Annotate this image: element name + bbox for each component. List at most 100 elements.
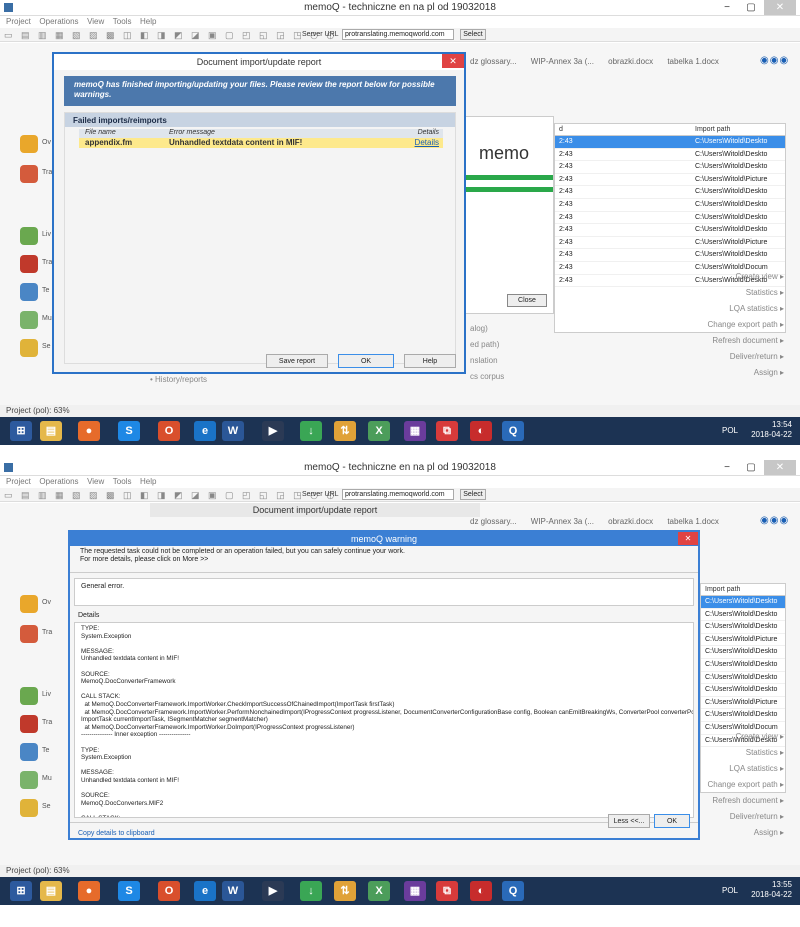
col-date-header[interactable]: d [559,126,563,133]
close-window-button[interactable]: ✕ [764,0,796,15]
skype-icon[interactable]: S [118,881,140,901]
details-textbox[interactable]: TYPE: System.Exception MESSAGE: Unhandle… [74,622,694,818]
edge-icon[interactable]: e [194,881,216,901]
explorer-icon[interactable]: ▤ [40,421,62,441]
menu-project[interactable]: Project [6,17,31,26]
language-indicator[interactable]: POL [722,886,738,895]
statistics-link[interactable]: Statistics ▸ [707,285,784,301]
table-row[interactable]: 2:43 C:\Users\Witold\Deskto [555,199,785,212]
pdf-icon[interactable]: ⧉ [436,881,458,901]
clock[interactable]: 13:54 2018-04-22 [751,420,792,440]
server-select-button[interactable]: Select [460,29,486,40]
refresh-document-link[interactable]: Refresh document ▸ [707,793,784,809]
table-row[interactable]: C:\Users\Witold\Deskto [701,709,785,722]
less-button[interactable]: Less <<... [608,814,650,828]
statistics-link[interactable]: Statistics ▸ [707,745,784,761]
table-row[interactable]: C:\Users\Witold\Deskto [701,672,785,685]
menu-operations[interactable]: Operations [39,17,78,26]
tab-tabelka[interactable]: tabelka 1.docx [667,57,719,66]
livedocs-icon[interactable] [20,227,38,245]
clock[interactable]: 13:55 2018-04-22 [751,880,792,900]
server-url-input[interactable]: protranslating.memoqworld.com [342,29,454,40]
table-row[interactable]: C:\Users\Witold\Deskto [701,646,785,659]
splash-close-button[interactable]: Close [507,294,547,307]
mid-link[interactable]: alog) [470,321,504,337]
table-row[interactable]: 2:43 C:\Users\Witold\Deskto [555,249,785,262]
table-row[interactable]: 2:43 C:\Users\Witold\Deskto [555,186,785,199]
excel-icon[interactable]: X [368,421,390,441]
livedocs-icon[interactable] [20,687,38,705]
change-export-path-link[interactable]: Change export path ▸ [707,317,784,333]
tm-icon[interactable] [20,715,38,733]
tab-nav-icons[interactable]: ◉◉◉ [760,55,789,66]
mid-link[interactable]: nslation [470,353,504,369]
table-row[interactable]: 2:43 C:\Users\Witold\Deskto [555,161,785,174]
tab-obrazki[interactable]: obrazki.docx [608,57,653,66]
copy-details-link[interactable]: Copy details to clipboard [78,830,155,837]
tab-tabelka[interactable]: tabelka 1.docx [667,517,719,526]
tm-icon[interactable] [20,255,38,273]
lqa-statistics-link[interactable]: LQA statistics ▸ [707,301,784,317]
col-import-path-header[interactable]: Import path [695,126,730,133]
edge-icon[interactable]: e [194,421,216,441]
lqa-statistics-link[interactable]: LQA statistics ▸ [707,761,784,777]
menu-help[interactable]: Help [140,17,156,26]
table-row[interactable]: 2:43 C:\Users\Witold\Picture [555,237,785,250]
opera-icon[interactable]: O [158,421,180,441]
menu-operations[interactable]: Operations [39,477,78,486]
table-row[interactable]: 2:43 C:\Users\Witold\Deskto [555,212,785,225]
language-indicator[interactable]: POL [722,426,738,435]
server-select-button[interactable]: Select [460,489,486,500]
help-button[interactable]: Help [404,354,456,368]
excel-icon[interactable]: X [368,881,390,901]
menu-view[interactable]: View [87,17,104,26]
mid-link[interactable]: cs corpus [470,369,504,385]
warning-close-button[interactable]: ✕ [678,532,698,545]
word-icon[interactable]: W [222,881,244,901]
skype-icon[interactable]: S [118,421,140,441]
red-app-icon[interactable]: ◐ [470,421,492,441]
pdf-icon[interactable]: ⧉ [436,421,458,441]
table-row[interactable]: C:\Users\Witold\Deskto [701,659,785,672]
details-link[interactable]: Details [415,138,439,147]
minimize-button[interactable]: − [716,460,738,475]
settings-icon[interactable] [20,799,38,817]
assign-link[interactable]: Assign ▸ [707,825,784,841]
media-icon[interactable]: ▦ [404,421,426,441]
translations-icon[interactable] [20,625,38,643]
create-view-link[interactable]: Create view ▸ [707,729,784,745]
col-import-path-header[interactable]: Import path [705,586,740,593]
table-row[interactable]: C:\Users\Witold\Deskto [701,609,785,622]
menu-help[interactable]: Help [140,477,156,486]
settings-icon[interactable] [20,339,38,357]
table-row[interactable]: 2:43 C:\Users\Witold\Deskto [555,224,785,237]
menu-view[interactable]: View [87,477,104,486]
translations-icon[interactable] [20,165,38,183]
start-icon[interactable]: ⊞ [10,421,32,441]
change-export-path-link[interactable]: Change export path ▸ [707,777,784,793]
ftp-icon[interactable]: ⇅ [334,421,356,441]
memoq-taskbar-icon[interactable]: Q [502,881,524,901]
table-row[interactable]: C:\Users\Witold\Deskto [701,596,785,609]
tab-glossary[interactable]: dz glossary... [470,57,517,66]
history-reports-link[interactable]: • History/reports [150,375,207,384]
maximize-button[interactable]: ▢ [740,0,762,15]
tab-nav-icons[interactable]: ◉◉◉ [760,515,789,526]
deliver-return-link[interactable]: Deliver/return ▸ [707,809,784,825]
opera-icon[interactable]: O [158,881,180,901]
tab-obrazki[interactable]: obrazki.docx [608,517,653,526]
red-app-icon[interactable]: ◐ [470,881,492,901]
overview-icon[interactable] [20,595,38,613]
close-window-button[interactable]: ✕ [764,460,796,475]
refresh-document-link[interactable]: Refresh document ▸ [707,333,784,349]
explorer-icon[interactable]: ▤ [40,881,62,901]
word-icon[interactable]: W [222,421,244,441]
warning-ok-button[interactable]: OK [654,814,690,828]
torrent-icon[interactable]: ↓ [300,421,322,441]
menu-tools[interactable]: Tools [113,17,132,26]
ok-button[interactable]: OK [338,354,394,368]
memoq-taskbar-icon[interactable]: Q [502,421,524,441]
tab-wip-annex[interactable]: WIP-Annex 3a (... [531,517,594,526]
firefox-icon[interactable]: ● [78,881,100,901]
assign-link[interactable]: Assign ▸ [707,365,784,381]
